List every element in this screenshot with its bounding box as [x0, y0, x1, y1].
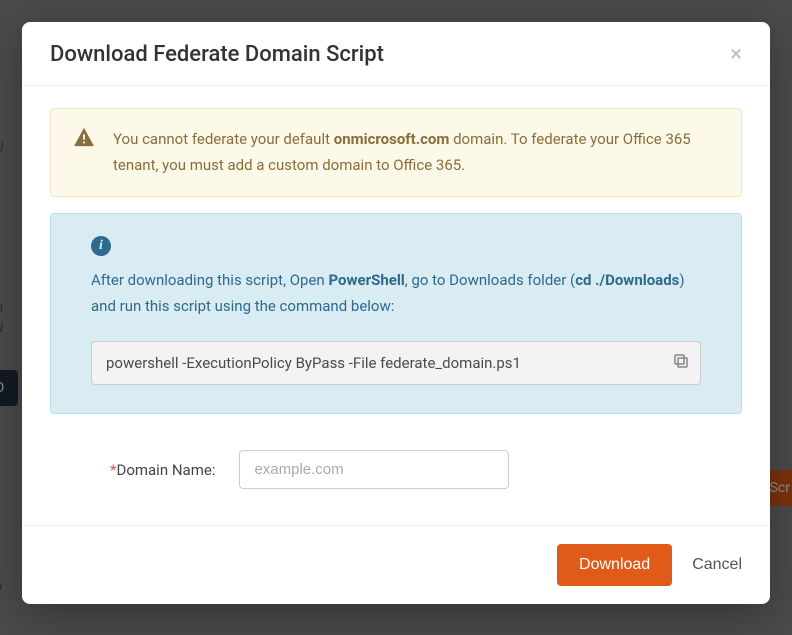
- domain-name-label: *Domain Name:: [110, 461, 215, 479]
- info-text-pre: After downloading this script, Open: [91, 271, 328, 289]
- info-icon-row: i: [91, 234, 701, 256]
- info-text: After downloading this script, Open Powe…: [91, 268, 701, 319]
- warning-text: You cannot federate your default onmicro…: [113, 127, 719, 178]
- modal-title: Download Federate Domain Script: [50, 42, 384, 67]
- command-box: powershell -ExecutionPolicy ByPass -File…: [91, 341, 701, 385]
- info-alert: i After downloading this script, Open Po…: [50, 213, 742, 414]
- warning-icon: [73, 127, 95, 178]
- modal-body: You cannot federate your default onmicro…: [22, 86, 770, 525]
- domain-name-label-text: Domain Name:: [116, 461, 215, 479]
- download-script-modal: Download Federate Domain Script × You ca…: [22, 22, 770, 604]
- cancel-button[interactable]: Cancel: [692, 556, 742, 574]
- info-text-bold2: cd ./Downloads: [575, 271, 679, 289]
- command-text: powershell -ExecutionPolicy ByPass -File…: [106, 354, 521, 372]
- modal-footer: Download Cancel: [22, 525, 770, 604]
- copy-button[interactable]: [672, 352, 690, 374]
- info-text-bold1: PowerShell: [328, 271, 404, 289]
- info-icon: i: [91, 236, 111, 256]
- close-button[interactable]: ×: [730, 44, 742, 66]
- download-button[interactable]: Download: [557, 544, 672, 586]
- warning-alert: You cannot federate your default onmicro…: [50, 108, 742, 197]
- domain-name-input[interactable]: [239, 450, 509, 489]
- domain-name-row: *Domain Name:: [50, 430, 742, 489]
- warning-text-bold: onmicrosoft.com: [334, 130, 450, 148]
- warning-text-pre: You cannot federate your default: [113, 130, 334, 148]
- modal-header: Download Federate Domain Script ×: [22, 22, 770, 86]
- info-text-mid: , go to Downloads folder (: [405, 271, 575, 289]
